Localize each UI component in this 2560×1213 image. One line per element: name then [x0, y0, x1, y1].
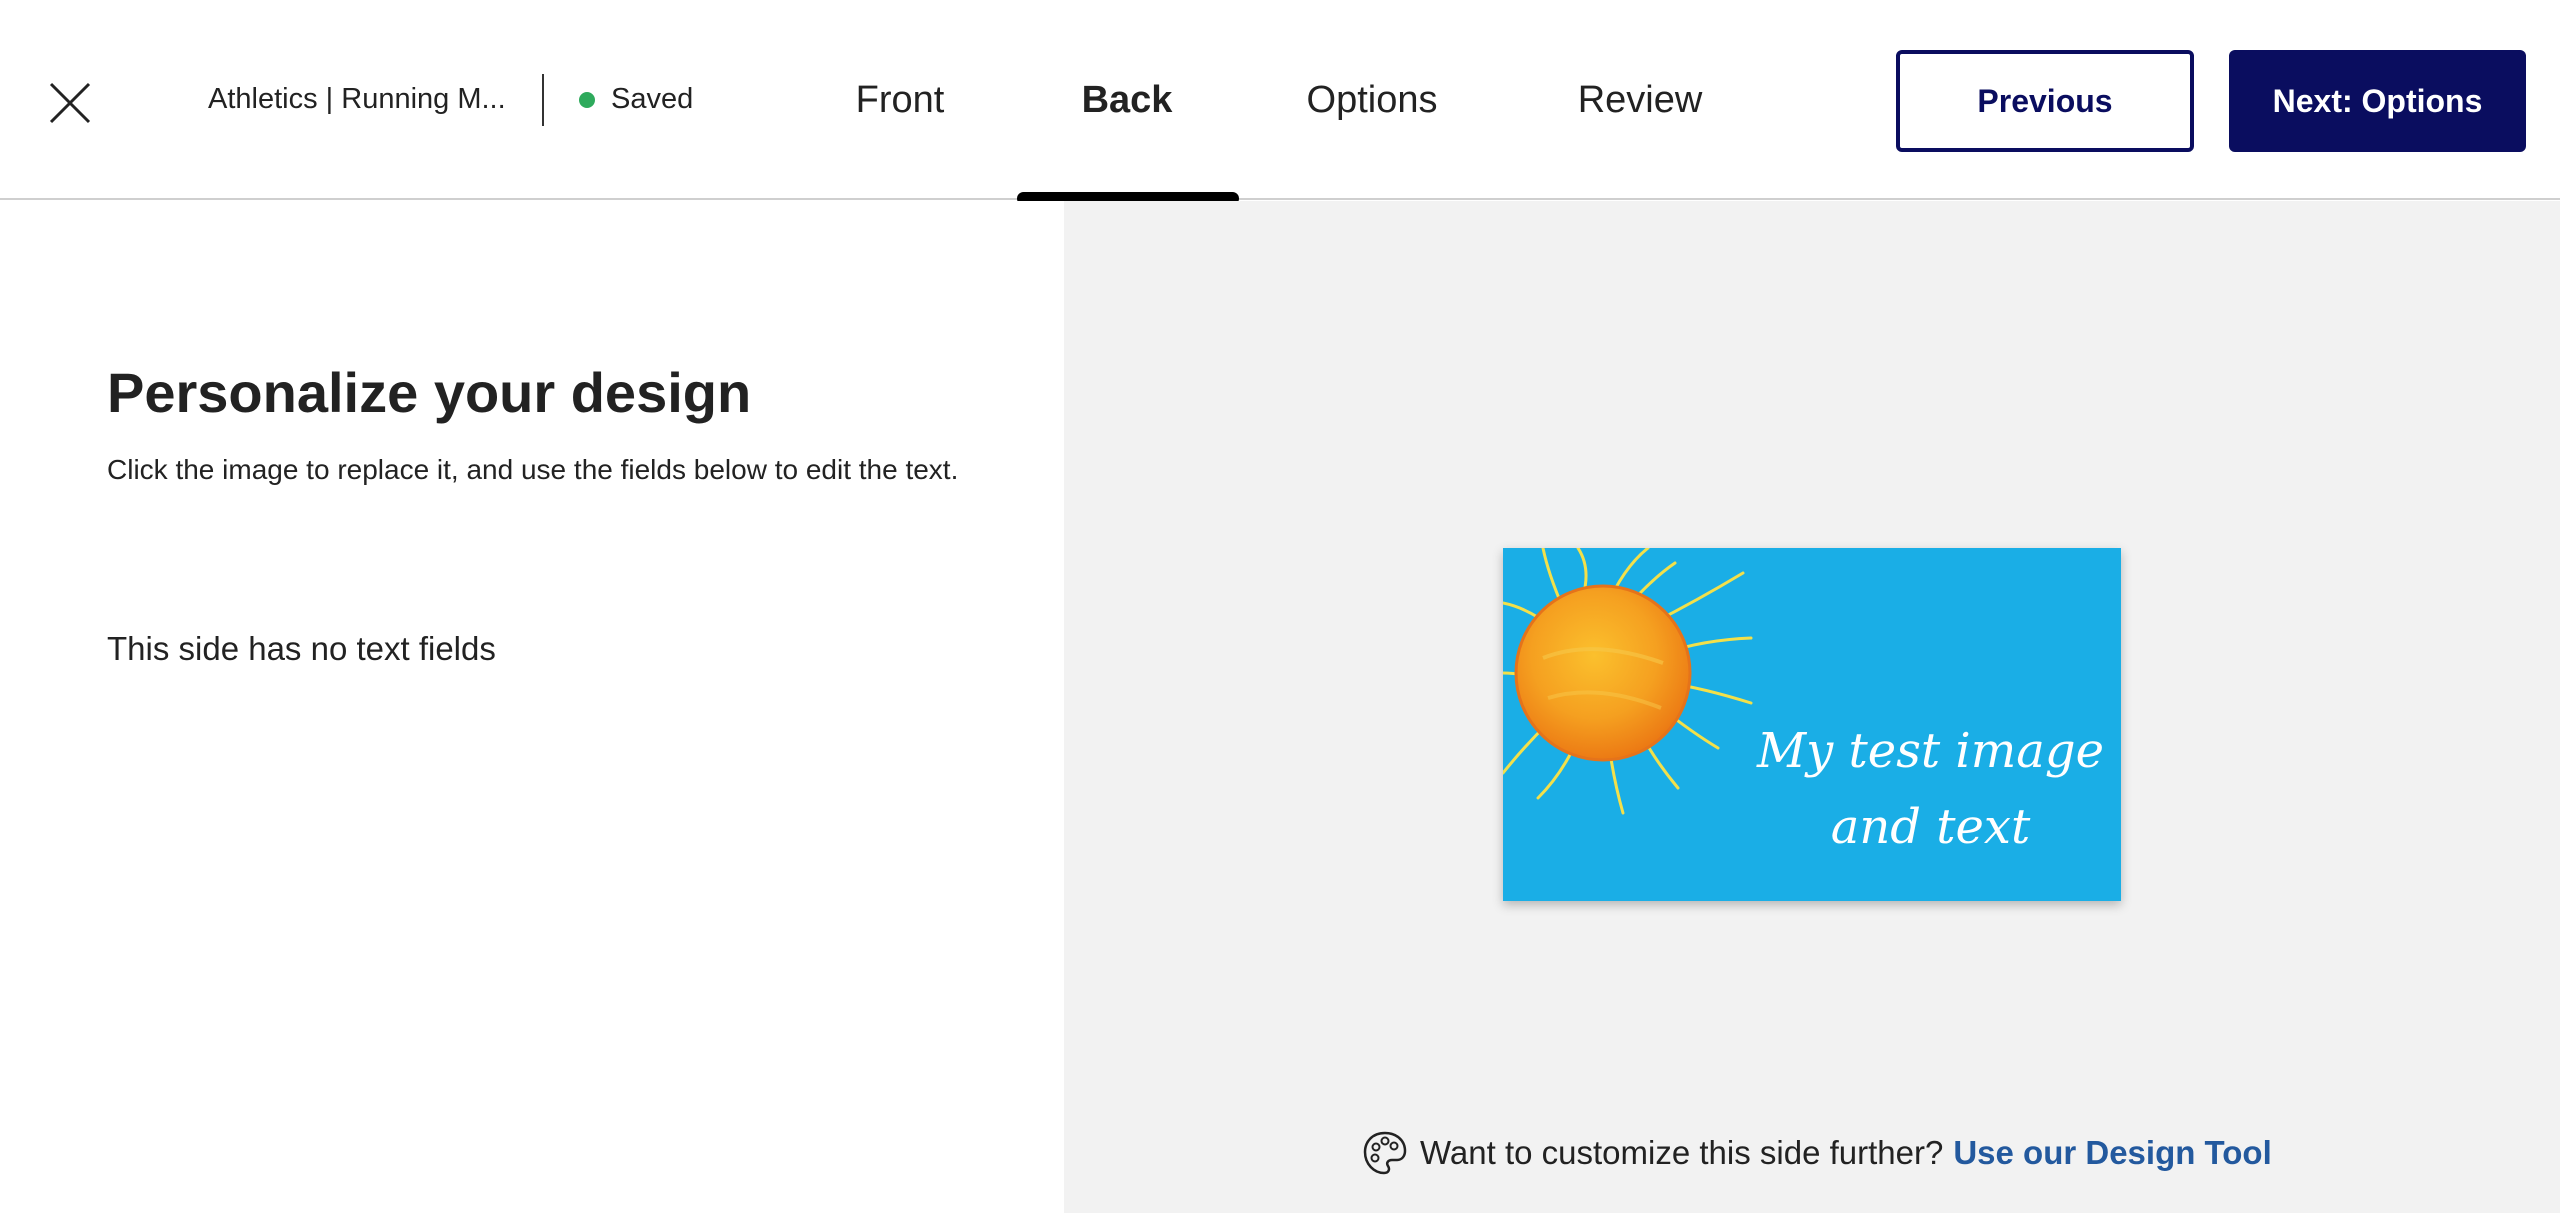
card-text-line-1: My test image [1756, 723, 2104, 779]
customize-prompt-text: Want to customize this side further? [1420, 1134, 1944, 1171]
close-button[interactable] [45, 78, 95, 128]
tab-back[interactable]: Back [1047, 74, 1207, 126]
editor-header: Athletics | Running M... Saved Front Bac… [0, 0, 2560, 205]
document-title: Athletics | Running M... [208, 83, 506, 115]
card-text-line-2: and text [1830, 799, 2031, 855]
tab-front[interactable]: Front [820, 74, 980, 126]
next-options-button[interactable]: Next: Options [2229, 50, 2526, 152]
design-preview-card[interactable]: My test image and text [1503, 548, 2121, 901]
panel-description: Click the image to replace it, and use t… [107, 454, 959, 485]
card-text: My test image and text [1753, 713, 2108, 865]
design-tool-link[interactable]: Use our Design Tool [1953, 1134, 2271, 1172]
saved-status-dot [579, 92, 595, 108]
tab-options[interactable]: Options [1290, 74, 1454, 126]
saved-status-label: Saved [611, 83, 694, 115]
tab-review[interactable]: Review [1560, 74, 1720, 126]
previous-button[interactable]: Previous [1896, 50, 2194, 152]
design-tool-prompt: Want to customize this side further? Use… [1362, 1130, 2272, 1176]
panel-title: Personalize your design [107, 361, 752, 424]
palette-icon [1363, 1131, 1407, 1175]
personalize-panel [0, 201, 1064, 1213]
no-text-fields-note: This side has no text fields [107, 630, 496, 667]
header-divider [542, 74, 544, 126]
close-icon [49, 82, 91, 124]
